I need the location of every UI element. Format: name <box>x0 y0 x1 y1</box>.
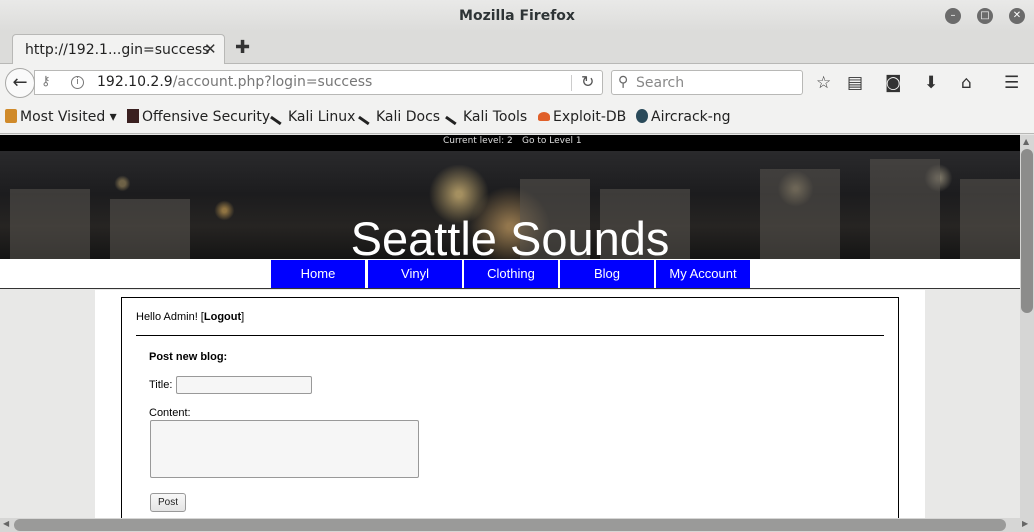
bookmark-label: Exploit-DB <box>553 109 627 125</box>
kali-dragon-icon <box>270 106 288 126</box>
search-box[interactable]: ⚲ <box>611 70 803 95</box>
new-tab-icon[interactable]: ✚ <box>235 37 250 58</box>
reload-icon[interactable]: ↻ <box>581 72 594 91</box>
bookmark-label: Most Visited ▾ <box>20 109 117 125</box>
bookmark-kali-docs[interactable]: Kali Docs <box>358 106 441 126</box>
logout-link[interactable]: Logout <box>204 311 241 323</box>
menu-item-blog[interactable]: Blog <box>560 260 654 288</box>
bookmark-label: Offensive Security <box>142 109 271 125</box>
close-window-button[interactable]: ✕ <box>1009 8 1025 24</box>
account-panel: Hello Admin! [Logout] Post new blog: Tit… <box>121 297 899 518</box>
greeting-suffix: ] <box>241 311 245 323</box>
scroll-left-icon[interactable]: ◀ <box>3 519 9 528</box>
site-title: Seattle Sounds <box>350 212 670 259</box>
tab-title: http://192.1...gin=success <box>25 42 210 58</box>
url-separator <box>571 75 572 91</box>
title-label: Title: <box>149 379 173 391</box>
tab-close-icon[interactable]: ✕ <box>204 40 217 58</box>
menu-item-vinyl[interactable]: Vinyl <box>368 260 462 288</box>
kali-dragon-icon <box>358 106 376 126</box>
greeting: Hello Admin! [Logout] <box>136 311 244 323</box>
url-text[interactable]: 192.10.2.9/account.php?login=success <box>97 74 372 90</box>
post-button[interactable]: Post <box>150 493 186 512</box>
minimize-button[interactable]: – <box>945 8 961 24</box>
vertical-scrollbar[interactable]: ▲ <box>1020 135 1034 518</box>
scroll-right-icon[interactable]: ▶ <box>1022 519 1028 528</box>
window-title: Mozilla Firefox <box>459 8 575 24</box>
page-viewport: Current level: 2 Go to Level 1 Seattle S… <box>0 135 1020 518</box>
home-icon[interactable]: ⌂ <box>961 73 972 93</box>
bookmark-most-visited[interactable]: Most Visited ▾ <box>5 109 117 125</box>
pocket-icon[interactable]: ◙ <box>885 73 902 93</box>
tab-strip: http://192.1...gin=success ✕ ✚ <box>0 32 1034 65</box>
bookmarks-toolbar: Most Visited ▾ Offensive Security Kali L… <box>0 102 1034 134</box>
exploit-db-icon <box>538 112 550 121</box>
current-level-text: Current level: 2 <box>443 136 513 146</box>
level-bar: Current level: 2 Go to Level 1 <box>0 135 1020 151</box>
search-icon: ⚲ <box>618 74 629 90</box>
header-banner: Seattle Sounds <box>0 151 1020 259</box>
title-input[interactable] <box>176 376 312 394</box>
divider <box>136 335 884 336</box>
content-page: Hello Admin! [Logout] Post new blog: Tit… <box>95 290 925 518</box>
tab-active[interactable]: http://192.1...gin=success ✕ <box>12 34 225 65</box>
reader-list-icon[interactable]: ▤ <box>847 73 863 93</box>
bookmark-label: Kali Linux <box>288 109 356 125</box>
info-icon[interactable]: i <box>71 76 84 89</box>
bookmark-exploit-db[interactable]: Exploit-DB <box>538 109 626 125</box>
menu-item-my-account[interactable]: My Account <box>656 260 750 288</box>
url-path: /account.php?login=success <box>172 74 373 90</box>
bookmark-aircrack-ng[interactable]: Aircrack-ng <box>636 109 731 125</box>
back-icon[interactable]: ← <box>5 68 35 98</box>
site-menu: Home Vinyl Clothing Blog My Account <box>0 259 1020 289</box>
horizontal-scroll-thumb[interactable] <box>14 519 1006 531</box>
scroll-up-icon[interactable]: ▲ <box>1023 137 1029 146</box>
bookmark-label: Kali Docs <box>376 109 441 125</box>
goto-level-link[interactable]: Go to Level 1 <box>522 136 582 146</box>
firefox-window: Mozilla Firefox – □ ✕ http://192.1...gin… <box>0 0 1034 532</box>
bookmark-label: Kali Tools <box>463 109 528 125</box>
bookmark-star-icon[interactable]: ☆ <box>816 73 831 93</box>
bookmark-kali-tools[interactable]: Kali Tools <box>445 106 528 126</box>
form-title: Post new blog: <box>149 351 228 363</box>
maximize-button[interactable]: □ <box>977 8 993 24</box>
title-bar: Mozilla Firefox – □ ✕ <box>0 0 1034 32</box>
horizontal-scrollbar[interactable]: ◀ ▶ <box>0 518 1034 532</box>
url-host: 192.10.2.9 <box>97 74 173 90</box>
offsec-icon <box>127 109 139 123</box>
url-bar[interactable]: ⚷ i 192.10.2.9/account.php?login=success… <box>34 70 603 95</box>
hamburger-menu-icon[interactable]: ☰ <box>1004 73 1019 93</box>
bookmark-offensive-security[interactable]: Offensive Security <box>127 109 270 125</box>
menu-item-home[interactable]: Home <box>271 260 365 288</box>
kali-dragon-icon <box>445 106 463 126</box>
key-icon[interactable]: ⚷ <box>41 74 51 89</box>
content-textarea[interactable] <box>150 420 419 478</box>
navigation-bar: ⚷ i 192.10.2.9/account.php?login=success… <box>0 64 1034 102</box>
vertical-scroll-thumb[interactable] <box>1021 149 1033 313</box>
greeting-prefix: Hello Admin! [ <box>136 311 204 323</box>
search-input[interactable] <box>636 73 796 92</box>
menu-item-clothing[interactable]: Clothing <box>464 260 558 288</box>
content-label: Content: <box>149 407 191 419</box>
folder-icon <box>5 109 17 123</box>
bookmark-kali-linux[interactable]: Kali Linux <box>270 106 356 126</box>
aircrack-icon <box>636 109 648 123</box>
bookmark-label: Aircrack-ng <box>651 109 731 125</box>
download-icon[interactable]: ⬇ <box>924 73 938 93</box>
